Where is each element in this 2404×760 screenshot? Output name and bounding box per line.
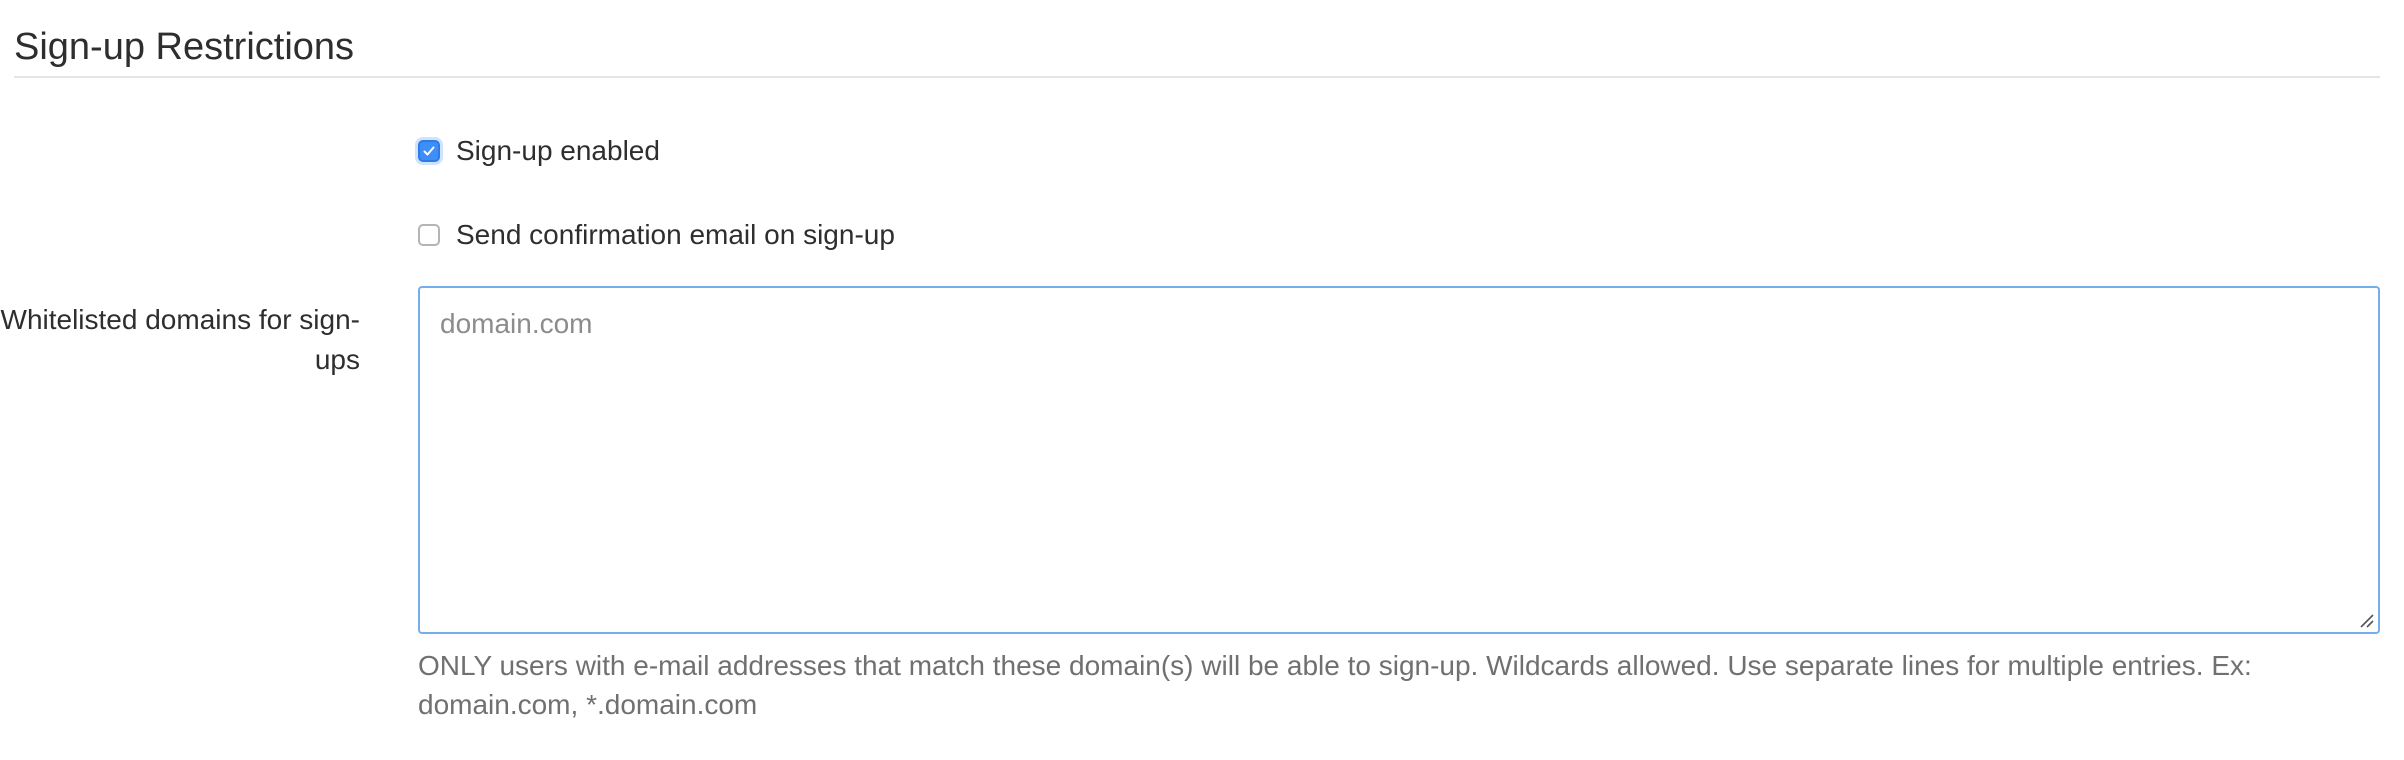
section-divider: [14, 76, 2380, 78]
whitelisted-domains-field[interactable]: [418, 286, 2380, 634]
signup-restrictions-section: Sign-up Restrictions Sign-up enabled Sen…: [0, 0, 2404, 760]
whitelist-help-text: ONLY users with e-mail addresses that ma…: [418, 650, 2252, 720]
send-confirmation-option[interactable]: Send confirmation email on sign-up: [418, 215, 895, 255]
signup-enabled-option[interactable]: Sign-up enabled: [418, 131, 660, 171]
resize-grip-icon[interactable]: [2357, 611, 2375, 629]
check-icon: [423, 146, 435, 156]
whitelisted-domains-label: Whitelisted domains for sign-ups: [0, 304, 360, 375]
whitelisted-domains-textarea[interactable]: [420, 288, 2378, 632]
section-title: Sign-up Restrictions: [14, 26, 355, 68]
signup-enabled-checkbox[interactable]: [418, 140, 440, 162]
signup-enabled-label: Sign-up enabled: [456, 135, 660, 166]
send-confirmation-label: Send confirmation email on sign-up: [456, 219, 895, 250]
send-confirmation-checkbox[interactable]: [418, 224, 440, 246]
